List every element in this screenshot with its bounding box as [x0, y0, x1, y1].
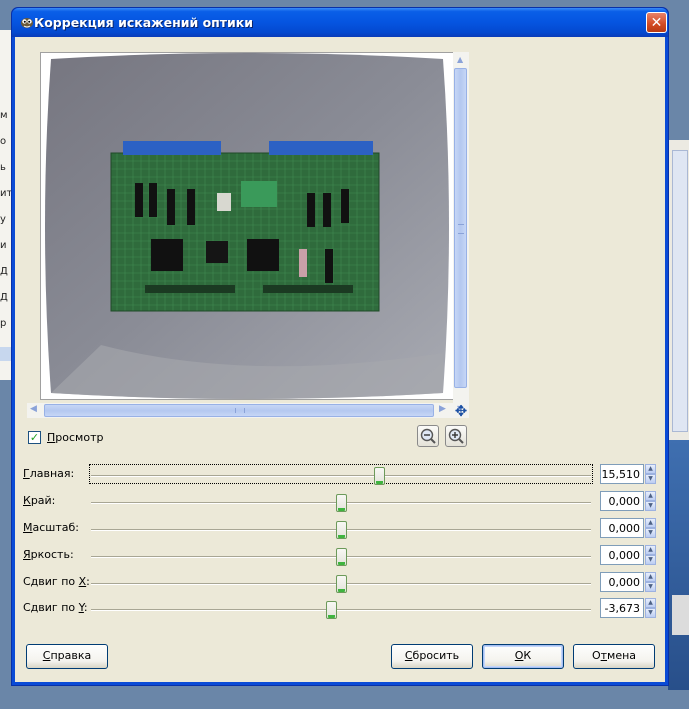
- spin-up-icon[interactable]: ▲: [645, 491, 656, 501]
- preview-horizontal-scrollbar[interactable]: ◀ ▶: [27, 403, 453, 418]
- dialog-body: ▲ ▼ ◀ ▶ ✥ ✓ Просмотр Главная: 15,510 ▲ ▼…: [15, 37, 665, 682]
- slider-thumb[interactable]: [335, 494, 347, 512]
- spin-up-icon[interactable]: ▲: [645, 545, 656, 555]
- zoom-in-button[interactable]: [445, 425, 467, 447]
- slider-row: Сдвиг по X: 0,000 ▲ ▼: [15, 571, 665, 595]
- spin-down-icon[interactable]: ▼: [645, 528, 656, 538]
- zoom-in-icon: [448, 428, 464, 444]
- spin-buttons[interactable]: ▲ ▼: [645, 518, 656, 538]
- slider-label: Край:: [23, 494, 56, 507]
- preview-canvas[interactable]: [40, 52, 454, 400]
- spin-buttons[interactable]: ▲ ▼: [645, 464, 656, 484]
- value-field[interactable]: 0,000: [600, 518, 644, 538]
- spin-down-icon[interactable]: ▼: [645, 582, 656, 592]
- scroll-left-icon[interactable]: ◀: [30, 404, 37, 414]
- spin-buttons[interactable]: ▲ ▼: [645, 491, 656, 511]
- background-panel: [672, 595, 689, 635]
- slider-thumb[interactable]: [335, 548, 347, 566]
- title-bar[interactable]: Коррекция искажений оптики ✕: [12, 8, 668, 37]
- spin-up-icon[interactable]: ▲: [645, 598, 656, 608]
- scroll-up-icon[interactable]: ▲: [457, 55, 463, 64]
- scroll-right-icon[interactable]: ▶: [439, 404, 446, 414]
- spin-down-icon[interactable]: ▼: [645, 501, 656, 511]
- value-field[interactable]: 0,000: [600, 545, 644, 565]
- slider-label: Яркость:: [23, 548, 74, 561]
- slider-thumb[interactable]: [335, 575, 347, 593]
- preview-vertical-scrollbar[interactable]: ▲ ▼: [453, 52, 469, 418]
- slider-thumb[interactable]: [374, 467, 386, 485]
- preview-checkbox[interactable]: ✓: [28, 431, 41, 444]
- horizontal-scroll-thumb[interactable]: [44, 404, 434, 417]
- slider-thumb[interactable]: [335, 521, 347, 539]
- value-field[interactable]: 15,510: [600, 464, 644, 484]
- value-field[interactable]: 0,000: [600, 491, 644, 511]
- window-title: Коррекция искажений оптики: [34, 15, 254, 30]
- slider-label: Сдвиг по X:: [23, 575, 90, 588]
- spin-buttons[interactable]: ▲ ▼: [645, 598, 656, 618]
- preview-checkbox-label[interactable]: Просмотр: [47, 431, 103, 444]
- slider-label: Масштаб:: [23, 521, 79, 534]
- close-button[interactable]: ✕: [646, 12, 667, 33]
- slider-focus-ring: [89, 464, 593, 484]
- slider-row: Край: 0,000 ▲ ▼: [15, 490, 665, 514]
- slider-label: Главная:: [23, 467, 75, 480]
- vertical-scroll-thumb[interactable]: [454, 68, 467, 388]
- spin-up-icon[interactable]: ▲: [645, 518, 656, 528]
- spin-down-icon[interactable]: ▼: [645, 555, 656, 565]
- slider-track[interactable]: [91, 609, 591, 611]
- help-button[interactable]: Справка: [26, 644, 108, 669]
- circuit-board-photo: [45, 53, 449, 399]
- spin-up-icon[interactable]: ▲: [645, 572, 656, 582]
- slider-row: Главная: 15,510 ▲ ▼: [15, 463, 665, 487]
- desktop-background: [668, 440, 689, 690]
- spin-buttons[interactable]: ▲ ▼: [645, 545, 656, 565]
- gimp-icon: [21, 18, 33, 28]
- value-field[interactable]: 0,000: [600, 572, 644, 592]
- spin-up-icon[interactable]: ▲: [645, 464, 656, 474]
- zoom-out-icon: [420, 428, 436, 444]
- spin-down-icon[interactable]: ▼: [645, 474, 656, 484]
- slider-label: Сдвиг по Y:: [23, 601, 88, 614]
- slider-row: Сдвиг по Y: -3,673 ▲ ▼: [15, 597, 665, 621]
- spin-down-icon[interactable]: ▼: [645, 608, 656, 618]
- ok-button[interactable]: ОК: [482, 644, 564, 669]
- lens-distortion-dialog: Коррекция искажений оптики ✕ ▲ ▼ ◀ ▶ ✥ ✓…: [11, 7, 669, 686]
- reset-button[interactable]: Сбросить: [391, 644, 473, 669]
- spin-buttons[interactable]: ▲ ▼: [645, 572, 656, 592]
- navigate-icon[interactable]: ✥: [453, 403, 469, 419]
- slider-track[interactable]: [91, 475, 591, 477]
- slider-thumb[interactable]: [326, 601, 338, 619]
- slider-row: Яркость: 0,000 ▲ ▼: [15, 544, 665, 568]
- value-field[interactable]: -3,673: [600, 598, 644, 618]
- background-scrollbar: [672, 150, 688, 432]
- cancel-button[interactable]: Отмена: [573, 644, 655, 669]
- slider-row: Масштаб: 0,000 ▲ ▼: [15, 517, 665, 541]
- zoom-out-button[interactable]: [417, 425, 439, 447]
